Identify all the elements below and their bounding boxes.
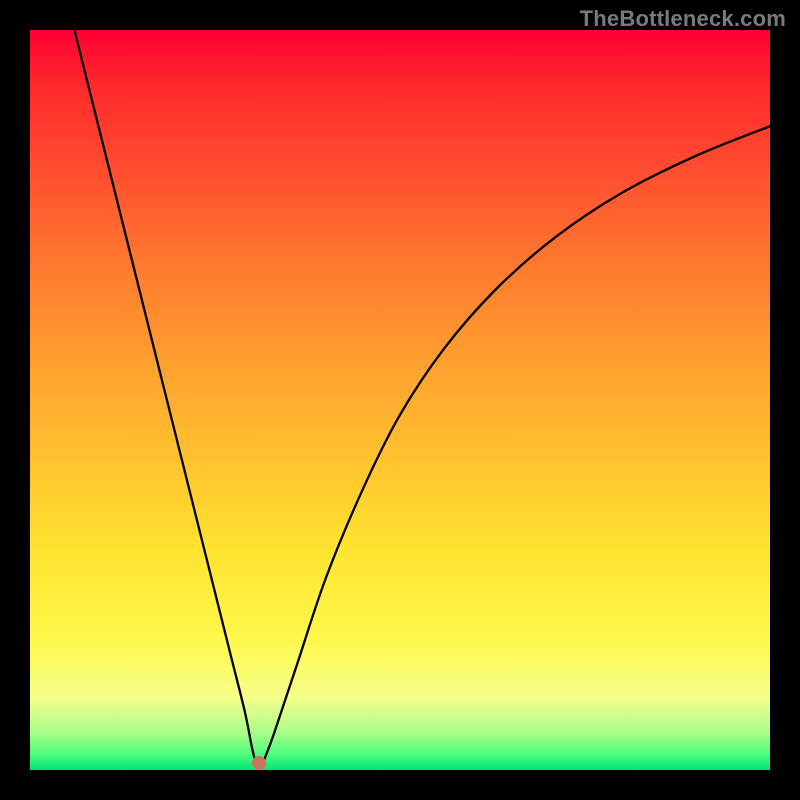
optimum-marker-dot [252,756,266,770]
plot-area [30,30,770,770]
attribution-label: TheBottleneck.com [580,6,786,32]
curve-left-branch [74,30,255,763]
curve-layer [30,30,770,770]
curve-right-branch [263,126,770,762]
chart-container: TheBottleneck.com [0,0,800,800]
